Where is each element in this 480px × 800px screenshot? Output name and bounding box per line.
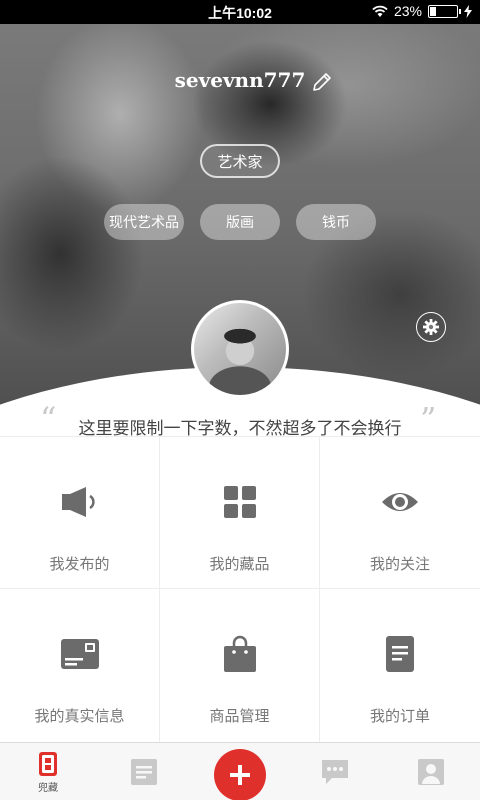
nav-tab-list[interactable] (114, 743, 174, 800)
menu-item-my-collection[interactable]: 我的藏品 (160, 437, 320, 589)
username-row: sevevnn777 (0, 68, 480, 92)
motto: “ 这里要限制一下字数，不然超多了不会换行 ” (0, 400, 480, 440)
collection-icon (39, 751, 57, 776)
battery-icon (428, 4, 461, 18)
nav-label: 兜藏 (38, 782, 58, 794)
menu-item-label: 我的关注 (369, 555, 430, 573)
menu-grid: 我发布的 我的藏品 我的关注 我的真实信息 商品管理 我的订单 (0, 436, 480, 743)
nav-tab-profile[interactable] (401, 743, 461, 800)
shopping-bag-icon (223, 635, 256, 672)
nav-tab-messages[interactable] (305, 743, 365, 800)
menu-item-label: 商品管理 (209, 707, 270, 725)
interest-tag[interactable]: 版画 (200, 204, 280, 240)
menu-item-label: 我的真实信息 (34, 707, 125, 725)
avatar-photo (194, 303, 286, 395)
menu-item-product-management[interactable]: 商品管理 (160, 589, 320, 743)
chat-icon (322, 760, 348, 784)
eye-icon (382, 493, 418, 511)
battery-level (430, 6, 437, 16)
add-button[interactable] (214, 749, 266, 800)
settings-button[interactable] (416, 312, 446, 342)
interest-tag[interactable]: 现代艺术品 (104, 204, 184, 240)
menu-item-my-orders[interactable]: 我的订单 (320, 589, 480, 743)
menu-item-my-follows[interactable]: 我的关注 (320, 437, 480, 589)
id-card-icon (60, 639, 99, 669)
menu-item-label: 我发布的 (49, 555, 110, 573)
nav-tab-collection[interactable]: 兜藏 (18, 743, 78, 800)
list-icon (131, 759, 157, 785)
menu-item-my-posts[interactable]: 我发布的 (0, 437, 160, 589)
quote-close-mark: ” (420, 400, 437, 438)
megaphone-icon (61, 487, 95, 517)
plus-icon (230, 765, 250, 785)
edit-icon[interactable] (310, 70, 334, 94)
menu-item-label: 我的藏品 (209, 555, 270, 573)
menu-item-label: 我的订单 (369, 707, 430, 725)
bottom-nav: 兜藏 (0, 742, 480, 800)
wifi-icon (372, 5, 388, 17)
role-tag: 艺术家 (200, 144, 280, 178)
status-bar: 上午10:02 23% (0, 0, 480, 24)
gear-icon (423, 319, 439, 335)
document-icon (386, 636, 414, 672)
user-icon (418, 759, 444, 785)
charging-icon (464, 4, 472, 18)
status-indicators: 23% (372, 3, 472, 19)
username: sevevnn777 (174, 68, 306, 92)
grid-icon (223, 486, 256, 518)
menu-item-real-info[interactable]: 我的真实信息 (0, 589, 160, 743)
interest-tag[interactable]: 钱币 (296, 204, 376, 240)
avatar[interactable] (191, 300, 289, 398)
battery-percent: 23% (393, 3, 422, 19)
